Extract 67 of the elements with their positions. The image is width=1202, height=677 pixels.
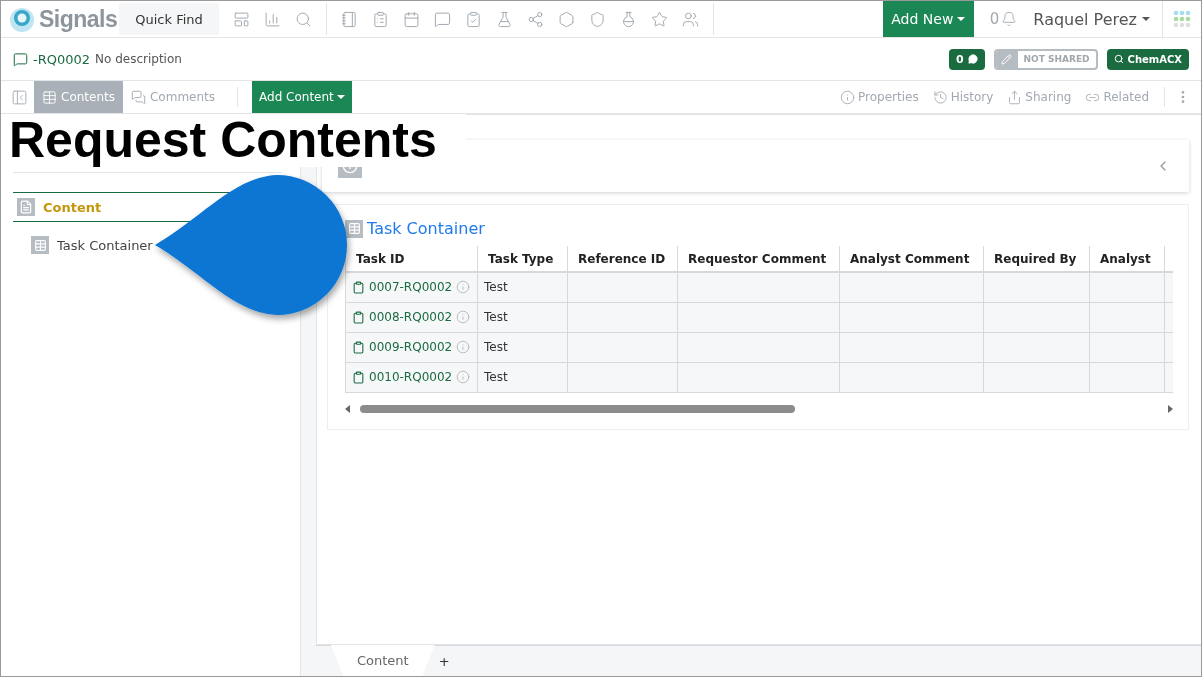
dashboard-icon[interactable] (233, 10, 250, 28)
flask-icon[interactable] (496, 10, 513, 28)
clipboard-icon[interactable] (372, 10, 389, 28)
notification-count: 0 (989, 10, 1000, 28)
chat-bubbles-icon (131, 89, 146, 105)
table-cell: Test (477, 302, 568, 332)
sheet-tab[interactable]: Content (331, 645, 435, 676)
info-icon (840, 89, 855, 105)
history-icon (932, 89, 948, 105)
table-cell: Test (477, 362, 568, 392)
add-content-button[interactable]: Add Content (252, 81, 352, 113)
notebook-icon[interactable] (341, 10, 358, 28)
search-icon (1113, 54, 1124, 64)
user-menu[interactable]: Raquel Perez (1027, 1, 1163, 37)
network-icon[interactable] (527, 10, 544, 28)
comments-button[interactable]: 0 (948, 48, 985, 70)
caret-icon (336, 95, 345, 99)
document-icon (17, 198, 35, 216)
caret-icon (1142, 17, 1150, 21)
record-description: No description (95, 52, 182, 66)
card-title: Task Container (367, 219, 485, 238)
quick-find-field[interactable]: Quick Find (119, 3, 219, 35)
info-icon[interactable] (456, 310, 471, 324)
chat-bubble-icon[interactable] (434, 10, 451, 28)
chemacx-button[interactable]: ChemACX (1106, 48, 1189, 70)
collapse-panel-icon[interactable] (11, 88, 28, 106)
users-icon[interactable] (682, 10, 699, 28)
section-title: Content (43, 199, 102, 215)
caret-icon (957, 17, 966, 21)
scroll-left-icon[interactable] (345, 404, 350, 413)
bell-icon[interactable] (1001, 11, 1018, 27)
bar-chart-icon[interactable] (264, 10, 281, 28)
table-icon (42, 89, 57, 105)
info-icon[interactable] (456, 280, 471, 295)
search-icon[interactable] (295, 10, 312, 28)
hexagon-icon[interactable] (558, 10, 575, 28)
logo-icon (9, 6, 35, 32)
task-icon (352, 340, 365, 354)
record-id: -RQ0002 (33, 51, 91, 67)
scroll-right-icon[interactable] (1168, 404, 1173, 413)
table-cell: Test (477, 272, 568, 302)
add-new-button[interactable]: Add New (882, 1, 974, 37)
app-name: Signals (39, 5, 118, 33)
share-icon (1007, 89, 1023, 105)
info-icon[interactable] (456, 340, 471, 354)
table-icon (31, 236, 49, 254)
star-icon[interactable] (651, 10, 668, 28)
task-link[interactable]: 0010-RQ0002 (369, 370, 453, 384)
request-icon (13, 51, 28, 67)
calendar-icon[interactable] (403, 10, 420, 28)
task-link[interactable]: 0008-RQ0002 (369, 310, 453, 324)
table-icon (345, 219, 363, 238)
info-icon[interactable] (456, 370, 471, 384)
task-link[interactable]: 0007-RQ0002 (369, 280, 453, 295)
add-tab-button[interactable]: + (434, 646, 454, 676)
shield-icon[interactable] (589, 10, 606, 28)
round-flask-icon[interactable] (620, 10, 637, 28)
task-icon (352, 370, 365, 384)
task-link[interactable]: 0009-RQ0002 (369, 340, 453, 354)
task-icon (352, 280, 365, 294)
scrollbar-thumb[interactable] (360, 404, 795, 413)
comment-icon (967, 54, 978, 64)
app-grid-icon[interactable] (1173, 10, 1191, 28)
pencil-icon (1001, 53, 1013, 65)
table-cell: Test (477, 332, 568, 362)
task-icon (352, 310, 365, 324)
checklist-icon[interactable] (465, 10, 482, 28)
